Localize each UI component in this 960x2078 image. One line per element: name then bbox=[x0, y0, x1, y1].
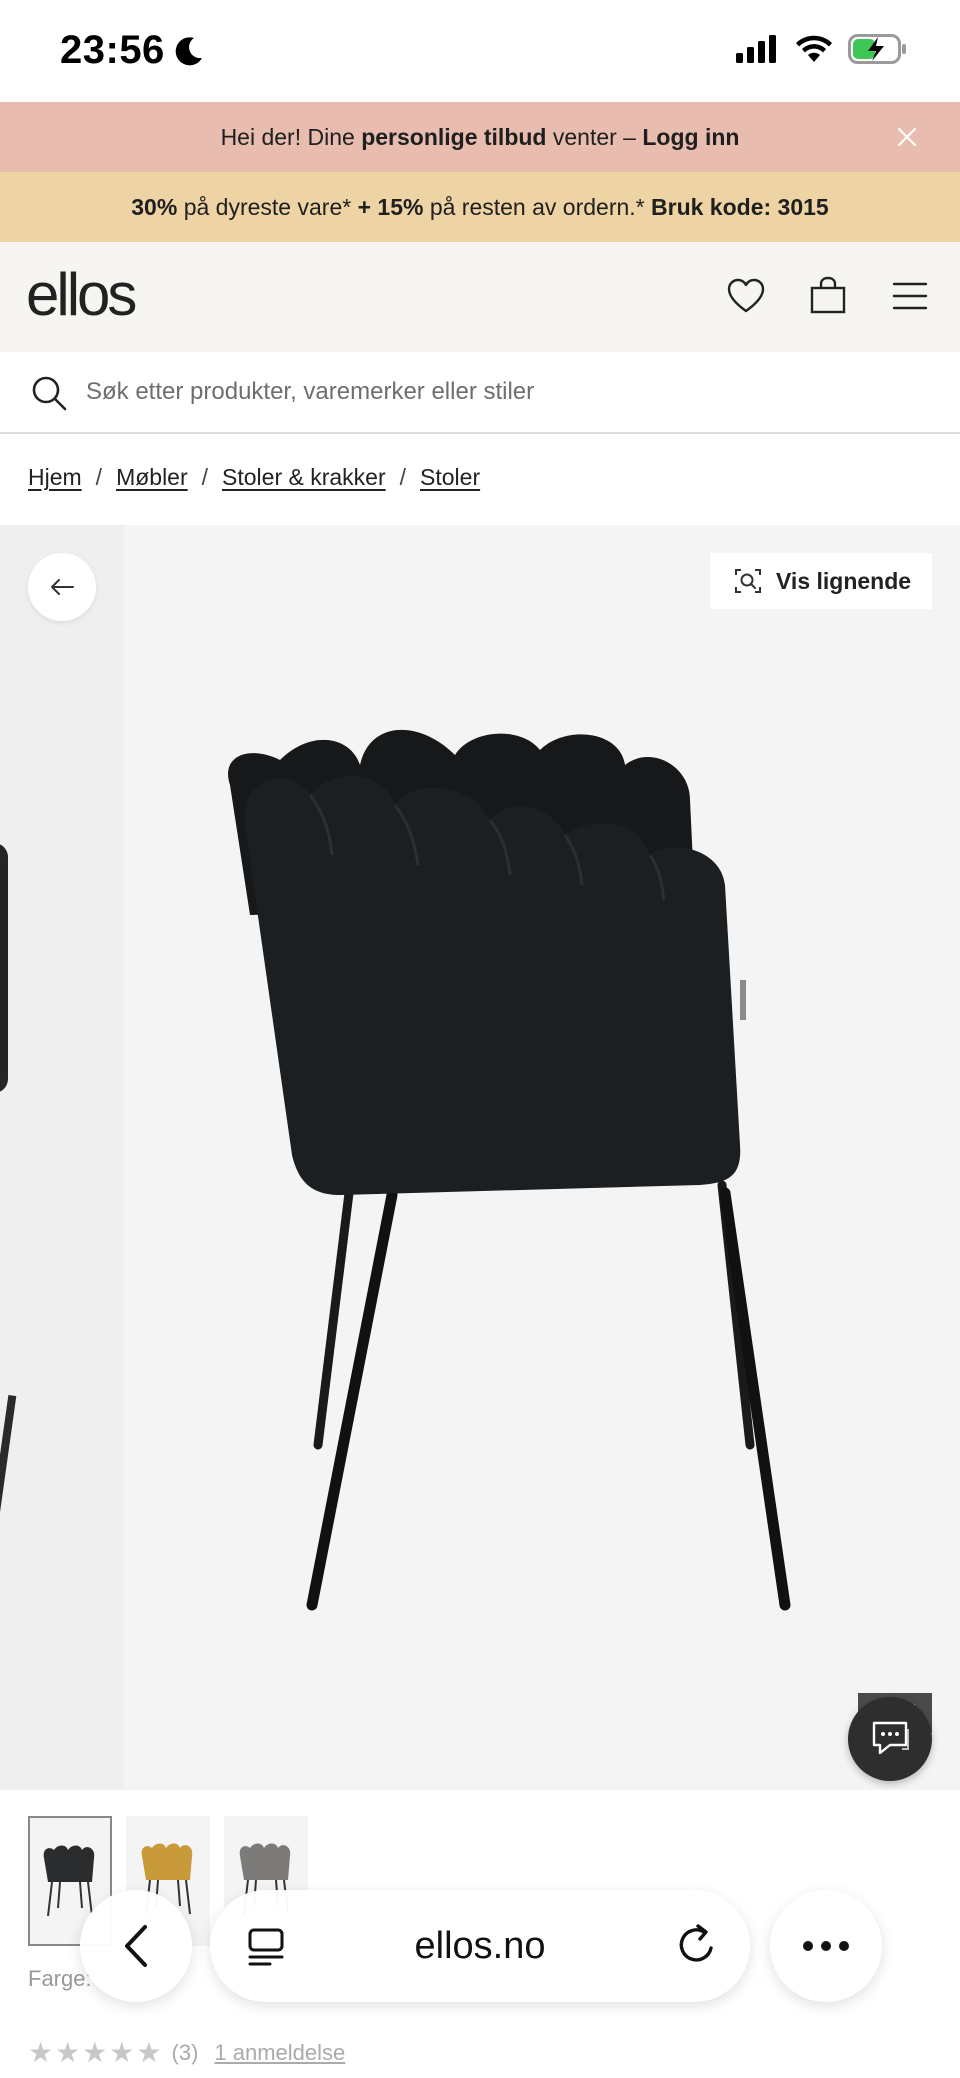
arrow-left-icon bbox=[51, 579, 74, 595]
close-icon[interactable] bbox=[894, 124, 920, 150]
battery-charging-icon bbox=[848, 34, 906, 64]
status-icons bbox=[736, 34, 908, 64]
breadcrumb-link-mobler[interactable]: Møbler bbox=[116, 464, 188, 491]
discount-code-banner: 30% på dyreste vare* + 15% på resten av … bbox=[0, 172, 960, 242]
moon-icon bbox=[175, 37, 202, 66]
login-promo-text: Hei der! Dine personlige tilbud venter –… bbox=[220, 123, 740, 150]
search-icon bbox=[32, 376, 67, 411]
breadcrumb-link-stoler-krakker[interactable]: Stoler & krakker bbox=[222, 464, 386, 491]
login-link[interactable]: Logg inn bbox=[642, 124, 739, 150]
product-image-gallery[interactable]: Vis lignende 5 / 5 bbox=[0, 525, 960, 1790]
ellos-logo[interactable]: ellos bbox=[26, 260, 137, 329]
breadcrumb: Hjem / Møbler / Stoler & krakker / Stole… bbox=[28, 464, 480, 491]
product-rating: ★★★★★ (3) 1 anmeldelse bbox=[28, 2036, 345, 2069]
product-image-chair bbox=[228, 729, 791, 1611]
more-dots-icon bbox=[803, 1941, 849, 1951]
previous-chair-edge bbox=[0, 843, 8, 1093]
breadcrumb-separator: / bbox=[201, 464, 209, 490]
browser-back-button[interactable] bbox=[80, 1890, 192, 2002]
visual-search-icon bbox=[735, 569, 761, 593]
chevron-left-icon bbox=[125, 1925, 147, 1967]
login-promo-banner[interactable]: Hei der! Dine personlige tilbud venter –… bbox=[0, 102, 960, 172]
status-time: 23:56 bbox=[60, 28, 165, 72]
gallery-back-button[interactable] bbox=[28, 553, 96, 621]
menu-icon[interactable] bbox=[888, 274, 932, 318]
shopping-bag-icon[interactable] bbox=[806, 274, 850, 318]
breadcrumb-link-stoler[interactable]: Stoler bbox=[420, 464, 480, 491]
chat-icon bbox=[872, 1721, 909, 1755]
previous-image-peek bbox=[0, 525, 124, 1790]
search-bar bbox=[0, 352, 960, 434]
rating-stars-icon: ★★★★★ bbox=[28, 2037, 164, 2068]
show-similar-label: Vis lignende bbox=[776, 567, 912, 594]
breadcrumb-link-hjem[interactable]: Hjem bbox=[28, 464, 82, 491]
signal-icon bbox=[736, 35, 776, 63]
browser-toolbar: ellos.no bbox=[0, 1870, 960, 2020]
chat-button[interactable] bbox=[848, 1697, 932, 1781]
discount-code-text: 30% på dyreste vare* + 15% på resten av … bbox=[131, 193, 829, 220]
status-bar: 23:56 bbox=[0, 0, 960, 102]
heart-icon[interactable] bbox=[724, 274, 768, 318]
breadcrumb-separator: / bbox=[399, 464, 407, 490]
reviews-link[interactable]: 1 anmeldelse bbox=[214, 2040, 345, 2066]
address-bar[interactable]: ellos.no bbox=[210, 1890, 750, 2002]
rating-count: (3) bbox=[171, 2039, 199, 2065]
browser-more-button[interactable] bbox=[770, 1890, 882, 2002]
reload-icon[interactable] bbox=[674, 1922, 720, 1968]
wifi-icon bbox=[796, 35, 832, 62]
search-input[interactable] bbox=[86, 372, 926, 412]
breadcrumb-separator: / bbox=[95, 464, 103, 490]
site-header: ellos bbox=[0, 242, 960, 352]
show-similar-button[interactable]: Vis lignende bbox=[710, 553, 932, 609]
url-text: ellos.no bbox=[414, 1924, 546, 1967]
